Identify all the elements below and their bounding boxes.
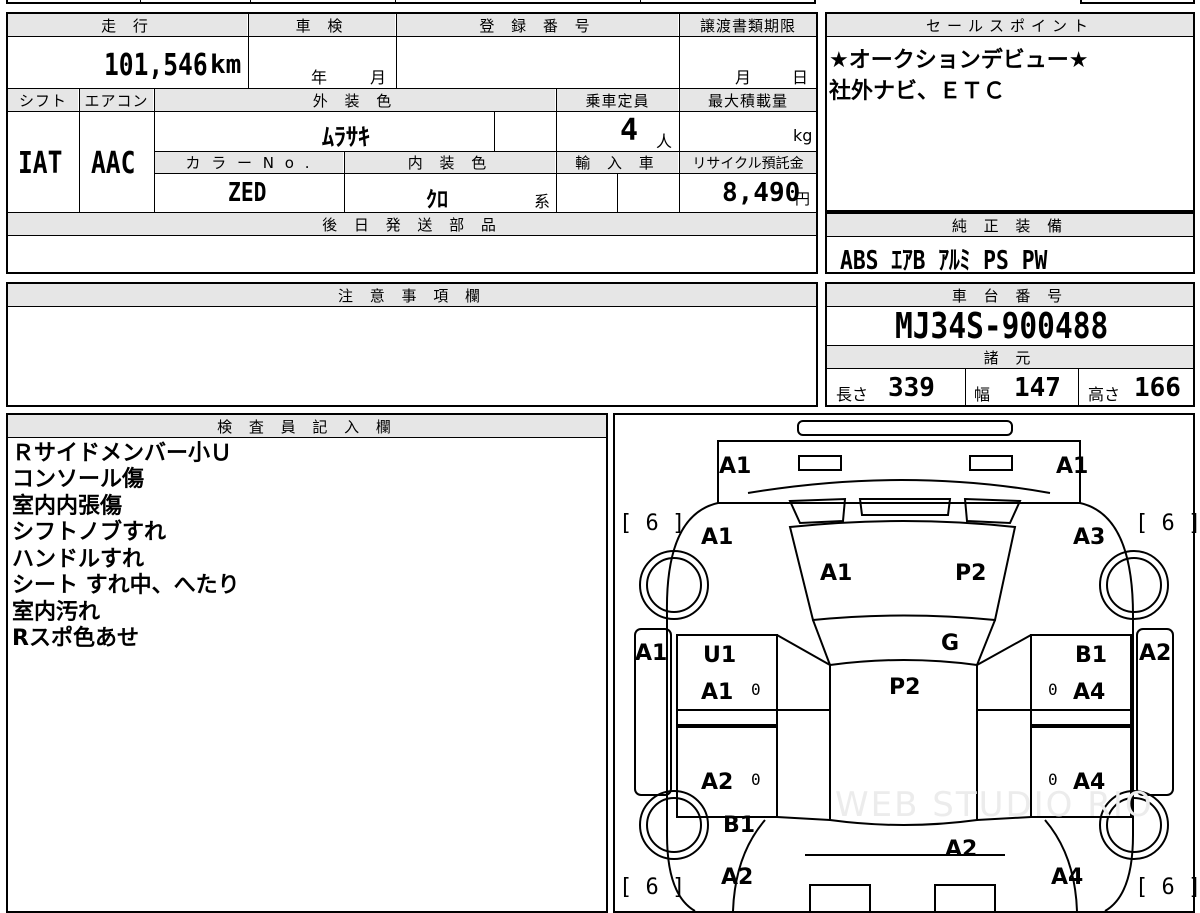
- recycle-header: リサイクル預託金: [680, 152, 816, 173]
- interior-color-value: ｸﾛ: [426, 188, 449, 213]
- top-strip: [6, 0, 816, 4]
- chassis-number: MJ34S-900488: [895, 306, 1109, 347]
- inspector-header: 検 査 員 記 入 欄: [8, 415, 606, 437]
- import-car-header: 輸 入 車: [557, 152, 678, 173]
- equipment-item: PW: [1021, 246, 1048, 276]
- width-label: 幅: [974, 385, 991, 404]
- recycle-value: 8,490: [722, 178, 801, 208]
- width-value: 147: [1014, 373, 1061, 403]
- height-label: 高さ: [1088, 385, 1121, 404]
- damage-mark: A2: [945, 837, 978, 862]
- length-label: 長さ: [836, 385, 869, 404]
- wheel-bracket: [ 6 ]: [1135, 875, 1200, 900]
- specs-header: 諸 元: [827, 346, 1193, 368]
- inspector-line: シフトノブすれ: [12, 520, 167, 545]
- equipment-list: ABS ｴｱB ｱﾙﾐ PS PW: [840, 240, 1093, 277]
- chassis-header: 車 台 番 号: [827, 284, 1193, 306]
- notes-header: 注 意 事 項 欄: [8, 284, 816, 306]
- aircon-value: AAC: [91, 146, 136, 181]
- damage-mark: B1: [1075, 643, 1108, 668]
- inspector-line: Rスポ色あせ: [12, 626, 139, 651]
- inspector-line: 室内内張傷: [12, 494, 123, 519]
- damage-mark: P2: [889, 675, 921, 700]
- color-no-header: カ ラ ー N o .: [155, 152, 343, 173]
- length-value: 339: [888, 373, 935, 403]
- capacity-header: 乗車定員: [557, 89, 678, 111]
- shift-value: IAT: [18, 146, 63, 181]
- damage-mark: P2: [955, 561, 987, 586]
- damage-mark: A1: [1056, 454, 1089, 479]
- damage-mark: U1: [703, 643, 737, 668]
- sales-points-panel: [825, 12, 1195, 212]
- capacity-unit: 人: [656, 132, 673, 151]
- inspector-line: ハンドルすれ: [12, 547, 145, 572]
- color-no-value: ZED: [228, 178, 267, 208]
- damage-mark: A1: [635, 641, 668, 666]
- zero-mark: 0: [1048, 680, 1058, 699]
- inspector-line: シート すれ中、へたり: [12, 573, 240, 598]
- recycle-unit: 円: [795, 190, 811, 208]
- damage-mark: A2: [701, 770, 734, 795]
- sales-point-line: ★オークションデビュー★: [829, 48, 1089, 73]
- diagram-watermark: WEB STUDIO RIO: [835, 785, 1154, 825]
- transfer-deadline-header: 譲渡書類期限: [680, 14, 816, 36]
- shaken-year: 年: [311, 68, 328, 87]
- damage-mark: A2: [721, 865, 754, 890]
- damage-mark: A2: [1139, 641, 1172, 666]
- shaken-month: 月: [370, 68, 387, 87]
- inspector-line: Ｒサイドメンバー小Ｕ: [12, 441, 233, 466]
- zero-mark: 0: [751, 680, 761, 699]
- sales-points-header: セールスポイント: [827, 14, 1193, 36]
- damage-mark: A1: [820, 561, 853, 586]
- later-parts-header: 後 日 発 送 部 品: [8, 213, 816, 235]
- damage-mark: A1: [719, 454, 752, 479]
- wheel-bracket: [ 6 ]: [619, 875, 686, 900]
- zero-mark: 0: [751, 770, 761, 789]
- exterior-color-header: 外 装 色: [155, 89, 555, 111]
- max-load-unit: kg: [793, 126, 813, 145]
- inspector-line: コンソール傷: [12, 467, 145, 492]
- equipment-item: ABS: [840, 246, 879, 276]
- registration-header: 登 録 番 号: [397, 14, 678, 36]
- shift-header: シフト: [8, 89, 78, 111]
- mileage-unit: km: [210, 50, 242, 80]
- exterior-color-value: ﾑﾗｻｷ: [322, 123, 370, 151]
- damage-mark: B1: [723, 813, 756, 838]
- equipment-item: PS: [983, 246, 1009, 276]
- wheel-bracket: [ 6 ]: [1135, 511, 1200, 536]
- damage-diagram-panel: WEB STUDIO RIO [ 6 ] [ 6 ] [ 6 ] [ 6 ] 0…: [613, 413, 1200, 913]
- inspector-line: 室内汚れ: [12, 600, 101, 625]
- equipment-item: ｴｱB: [891, 246, 926, 276]
- height-value: 166: [1134, 373, 1181, 403]
- damage-mark: A4: [1073, 770, 1106, 795]
- aircon-header: エアコン: [80, 89, 153, 111]
- mileage-header: 走 行: [8, 14, 247, 36]
- zero-mark: 0: [1048, 770, 1058, 789]
- max-load-header: 最大積載量: [680, 89, 816, 111]
- transfer-month: 月: [735, 68, 752, 87]
- equipment-item: ｱﾙﾐ: [938, 246, 971, 276]
- transfer-day: 日: [792, 68, 809, 87]
- equipment-header: 純 正 装 備: [827, 214, 1193, 236]
- shaken-header: 車 検: [249, 14, 395, 36]
- top-strip-right: [1080, 0, 1195, 4]
- interior-color-header: 内 装 色: [345, 152, 555, 173]
- damage-mark: A4: [1073, 680, 1106, 705]
- damage-mark: A4: [1051, 865, 1084, 890]
- sales-point-line: 社外ナビ、ＥＴＣ: [829, 79, 1006, 104]
- damage-mark: A3: [1073, 525, 1106, 550]
- damage-mark: A1: [701, 525, 734, 550]
- capacity-value: 4: [620, 113, 639, 148]
- damage-mark: A1: [701, 680, 734, 705]
- interior-color-suffix: 系: [534, 192, 551, 211]
- damage-mark: G: [941, 631, 960, 656]
- wheel-bracket: [ 6 ]: [619, 511, 686, 536]
